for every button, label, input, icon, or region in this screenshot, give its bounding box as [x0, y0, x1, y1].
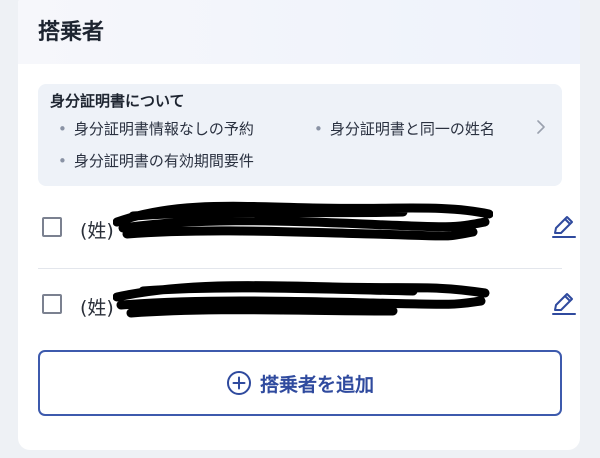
link-label: 身分証明書と同一の姓名 [329, 120, 495, 138]
passenger-checkbox[interactable] [42, 217, 62, 237]
bullet: • [58, 120, 67, 138]
redaction-scribble [113, 201, 493, 241]
link-id-validity[interactable]: • 身分証明書の有効期間要件 [58, 150, 254, 171]
passenger-checkbox[interactable] [42, 294, 62, 314]
section-title: 搭乗者 [38, 20, 105, 45]
link-same-name-as-id[interactable]: • 身分証明書と同一の姓名 [314, 118, 495, 139]
link-no-id-booking[interactable]: • 身分証明書情報なしの予約 [58, 118, 254, 139]
passengers-card: 搭乗者 身分証明書について • 身分証明書情報なしの予約 • 身分証明書と同一の姓名… [18, 0, 580, 450]
link-label: 身分証明書の有効期間要件 [73, 152, 254, 170]
bullet: • [314, 120, 323, 138]
add-passenger-button[interactable]: 搭乗者を追加 [38, 350, 562, 416]
id-info-heading: 身分証明書について [50, 92, 185, 110]
passenger-name-prefix: (姓) [80, 297, 114, 319]
bullet: • [58, 152, 67, 170]
edit-pencil-icon[interactable] [550, 289, 578, 317]
id-info-box: 身分証明書について • 身分証明書情報なしの予約 • 身分証明書と同一の姓名 • 身分… [38, 84, 562, 186]
passenger-name-prefix: (姓) [80, 220, 114, 242]
edit-pencil-icon[interactable] [550, 212, 578, 240]
passenger-row[interactable]: (姓) [38, 192, 576, 268]
add-passenger-label: 搭乗者を追加 [259, 373, 374, 396]
link-label: 身分証明書情報なしの予約 [73, 120, 254, 138]
redaction-scribble [113, 281, 490, 318]
screen: 搭乗者 身分証明書について • 身分証明書情報なしの予約 • 身分証明書と同一の姓名… [0, 0, 600, 458]
plus-circle-icon [226, 371, 251, 395]
card-header: 搭乗者 [18, 0, 580, 64]
chevron-right-icon[interactable] [536, 119, 546, 135]
passenger-row[interactable]: (姓) [38, 268, 576, 345]
